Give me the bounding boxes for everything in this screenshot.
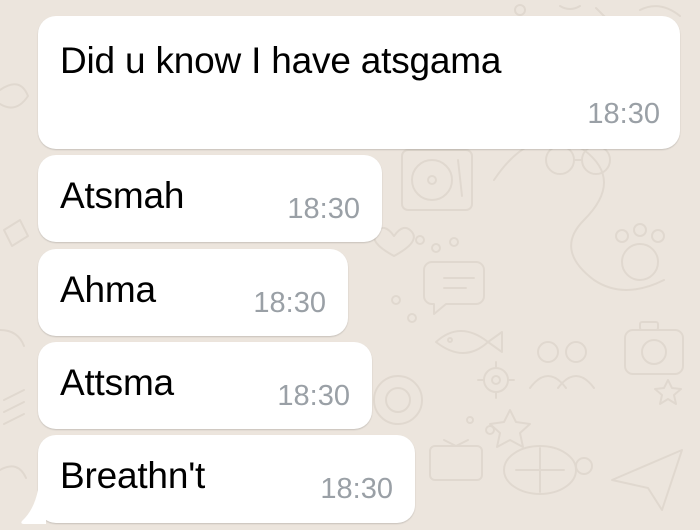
incoming-message-bubble[interactable]: Ahma 18:30: [38, 249, 348, 336]
message-timestamp: 18:30: [287, 193, 360, 225]
message-text: Attsma: [60, 362, 174, 403]
bubble-tail-icon: [21, 490, 46, 524]
message-text: Breathn't: [60, 455, 206, 496]
message-text: Did u know I have atsgama: [60, 40, 502, 81]
message-timestamp: 18:30: [320, 473, 393, 505]
incoming-message-bubble[interactable]: Breathn't 18:30: [38, 435, 415, 523]
message-text: Ahma: [60, 269, 156, 310]
incoming-message-bubble[interactable]: Atsmah 18:30: [38, 155, 382, 242]
message-text: Atsmah: [60, 175, 185, 216]
message-timestamp: 18:30: [253, 287, 326, 319]
message-timestamp: 18:30: [277, 380, 350, 412]
message-timestamp: 18:30: [587, 98, 660, 130]
incoming-message-bubble[interactable]: Attsma 18:30: [38, 342, 372, 429]
chat-thread: Did u know I have atsgama 18:30 Atsmah 1…: [0, 0, 700, 530]
incoming-message-bubble[interactable]: Did u know I have atsgama 18:30: [38, 16, 680, 149]
